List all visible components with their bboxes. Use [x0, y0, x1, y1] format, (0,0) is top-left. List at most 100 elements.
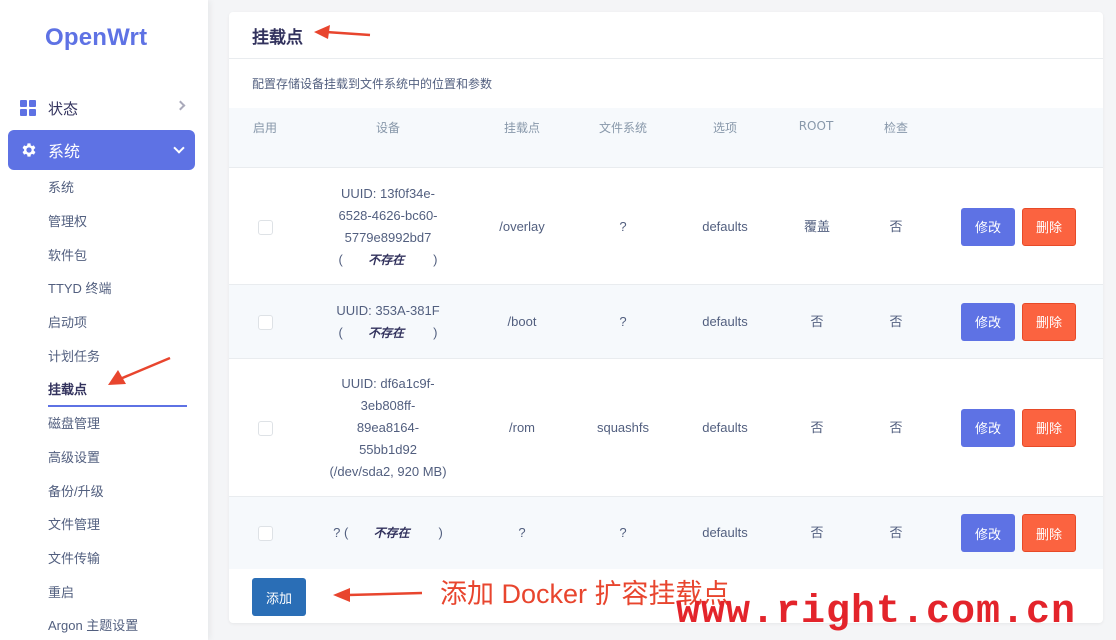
col-filesystem: 文件系统	[598, 121, 648, 135]
device-cell: UUID: 13f0f34e- 6528-4626-bc60- 5779e899…	[338, 183, 437, 271]
sidebar-item-filemanager[interactable]: 文件管理	[48, 507, 188, 541]
edit-button[interactable]: 修改	[961, 302, 1015, 341]
col-options: 选项	[712, 121, 738, 135]
sidebar-item-system[interactable]: 系统	[48, 170, 188, 204]
annotation-arrow-sidebar	[108, 356, 171, 385]
paren-close: )	[438, 525, 443, 540]
device-missing: 不存在	[368, 325, 405, 340]
paren-open: (	[338, 251, 343, 267]
sidebar-item-packages[interactable]: 软件包	[48, 237, 188, 271]
col-check: 检查	[883, 121, 909, 135]
enable-checkbox[interactable]	[258, 219, 273, 235]
device-line: (/dev/sda2, 920 MB)	[329, 463, 447, 479]
options-cell: defaults	[702, 313, 748, 329]
sidebar-item-startup[interactable]: 启动项	[48, 305, 188, 339]
page-description: 配置存储设备挂载到文件系统中的位置和参数	[252, 77, 493, 91]
device-missing: 不存在	[368, 252, 405, 267]
col-root: ROOT	[798, 119, 834, 133]
sidebar-item-filetransfer[interactable]: 文件传输	[48, 541, 188, 575]
options-cell: defaults	[702, 525, 748, 540]
filesystem-cell: ?	[619, 218, 627, 234]
brand-logo: OpenWrt	[45, 24, 148, 51]
device-status-line: ( 不存在 )	[336, 322, 439, 344]
mountpoints-card: 挂载点 配置存储设备挂载到文件系统中的位置和参数 启用 设备 挂载点 文件系统 …	[229, 12, 1103, 623]
table-row: ? ( 不存在 ) ? ? defaults 否 否 修改 删除	[229, 497, 1103, 569]
device-line: UUID: 353A-381F	[336, 302, 440, 318]
filesystem-cell: squashfs	[596, 419, 650, 435]
root-cell: 否	[810, 313, 824, 329]
enable-checkbox[interactable]	[258, 314, 273, 330]
device-line: 89ea8164-	[356, 419, 420, 435]
options-cell: defaults	[702, 419, 748, 435]
watermark: www.right.com.cn	[676, 590, 1077, 635]
check-cell: 否	[889, 525, 903, 540]
sidebar-submenu: 系统 管理权 软件包 TTYD 终端 启动项 计划任务 挂载点 磁盘管理 高级设…	[48, 170, 188, 640]
filesystem-cell: ?	[619, 313, 627, 329]
sidebar-menu-system-label: 系统	[48, 142, 81, 161]
page-title: 挂载点	[252, 28, 303, 48]
mountpoint-cell: /overlay	[499, 218, 545, 234]
device-line: UUID: df6a1c9f-	[341, 375, 435, 391]
device-prefix: ? (	[333, 525, 349, 540]
table-spacer	[229, 146, 1103, 168]
device-line: 55bb1d92	[359, 441, 417, 457]
mountpoint-cell: /boot	[507, 313, 537, 329]
device-status-line: ? ( 不存在 )	[333, 522, 443, 544]
divider	[229, 58, 1103, 59]
table-row: UUID: df6a1c9f- 3eb808ff- 89ea8164- 55bb…	[229, 359, 1103, 497]
paren-open: (	[338, 324, 343, 340]
col-device: 设备	[375, 121, 401, 135]
filesystem-cell: ?	[619, 525, 627, 540]
device-cell: ? ( 不存在 )	[333, 522, 443, 544]
delete-button[interactable]: 删除	[1022, 408, 1076, 447]
sidebar-menu-system[interactable]: 系统	[8, 130, 195, 170]
edit-button[interactable]: 修改	[961, 207, 1015, 246]
check-cell: 否	[889, 313, 903, 329]
check-cell: 否	[889, 419, 903, 435]
table-header: 启用 设备 挂载点 文件系统 选项 ROOT 检查	[229, 108, 1103, 146]
paren-close: )	[433, 324, 438, 340]
delete-button[interactable]: 删除	[1022, 302, 1076, 341]
device-line: 5779e8992bd7	[344, 229, 432, 245]
root-cell: 覆盖	[803, 218, 831, 234]
device-line: 6528-4626-bc60-	[338, 207, 438, 223]
annotation-arrow-title	[314, 25, 371, 39]
sidebar-item-reboot[interactable]: 重启	[48, 574, 188, 608]
sidebar: OpenWrt 状态 系统 系统 管理权 软件包 TTYD 终端 启动项 计划任…	[0, 0, 208, 640]
enable-checkbox[interactable]	[258, 526, 273, 541]
edit-button[interactable]: 修改	[961, 514, 1015, 552]
paren-close: )	[433, 251, 438, 267]
edit-button[interactable]: 修改	[961, 408, 1015, 447]
sidebar-item-argon[interactable]: Argon 主题设置	[48, 608, 188, 640]
device-missing: 不存在	[373, 526, 410, 540]
add-button[interactable]: 添加	[252, 578, 306, 616]
table-row: UUID: 13f0f34e- 6528-4626-bc60- 5779e899…	[229, 169, 1103, 285]
sidebar-item-backup[interactable]: 备份/升级	[48, 473, 188, 507]
sidebar-item-admin[interactable]: 管理权	[48, 204, 188, 238]
root-cell: 否	[810, 525, 824, 540]
options-cell: defaults	[702, 218, 748, 234]
root-cell: 否	[810, 419, 824, 435]
sidebar-item-disk[interactable]: 磁盘管理	[48, 406, 188, 440]
device-line: 3eb808ff-	[360, 397, 416, 413]
delete-button[interactable]: 删除	[1022, 514, 1076, 552]
mountpoint-cell: /rom	[509, 419, 535, 435]
chevron-down-icon	[173, 142, 185, 154]
device-cell: UUID: 353A-381F ( 不存在 )	[336, 300, 439, 344]
chevron-right-icon	[175, 100, 186, 111]
mountpoint-cell: ?	[518, 525, 526, 540]
dashboard-icon	[20, 100, 36, 116]
device-status-line: ( 不存在 )	[338, 249, 438, 271]
sidebar-item-advanced[interactable]: 高级设置	[48, 440, 188, 474]
enable-checkbox[interactable]	[258, 420, 273, 436]
check-cell: 否	[889, 218, 903, 234]
delete-button[interactable]: 删除	[1022, 207, 1076, 246]
sidebar-menu-status[interactable]: 状态	[20, 94, 188, 122]
device-cell: UUID: df6a1c9f- 3eb808ff- 89ea8164- 55bb…	[329, 373, 446, 483]
gear-icon	[22, 143, 36, 157]
sidebar-menu-status-label: 状态	[48, 99, 79, 118]
sidebar-item-ttyd[interactable]: TTYD 终端	[48, 271, 188, 305]
device-line: UUID: 13f0f34e-	[341, 185, 435, 201]
col-enabled: 启用	[252, 121, 278, 135]
annotation-arrow-add	[333, 588, 423, 602]
